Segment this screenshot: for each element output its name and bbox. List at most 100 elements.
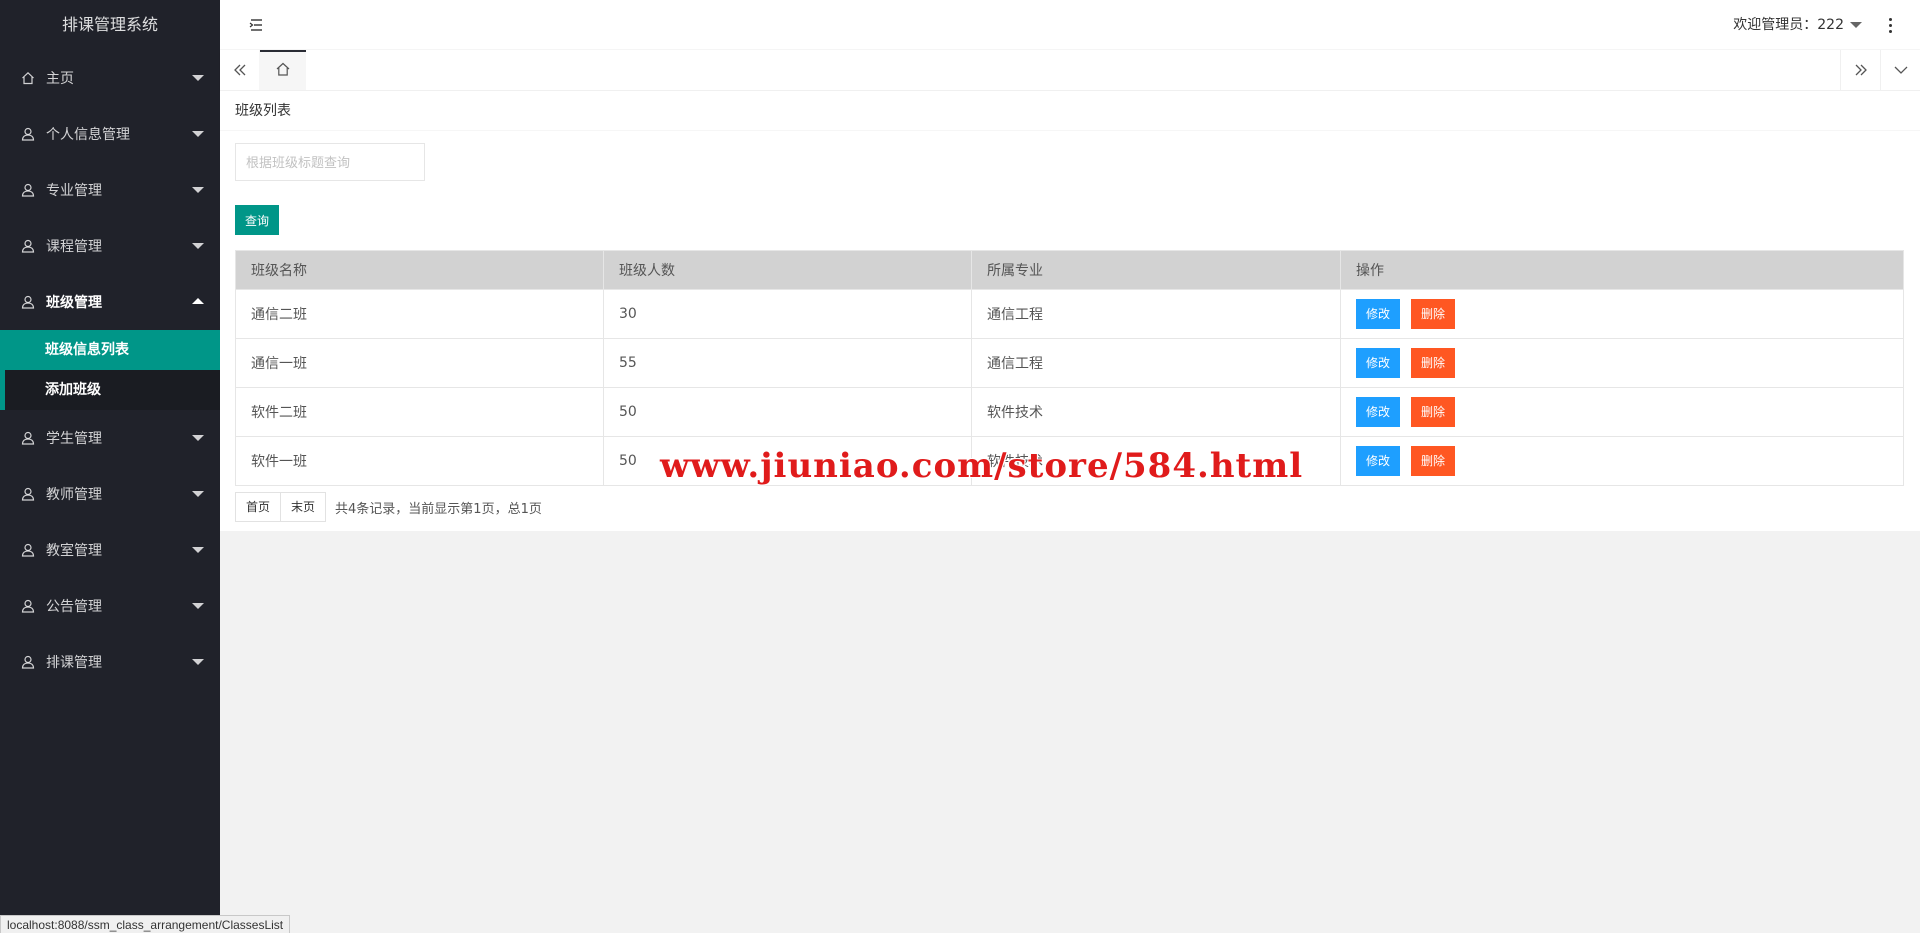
caret-down-icon — [192, 75, 204, 81]
sidebar-item-home[interactable]: 主页 — [0, 50, 220, 106]
column-header-major: 所属专业 — [971, 250, 1341, 290]
sidebar-item-label: 课程管理 — [46, 239, 102, 255]
pagination-info: 共4条记录，当前显示第1页，总1页 — [335, 501, 542, 517]
cell-class-size: 30 — [603, 289, 972, 339]
cell-class-name: 通信二班 — [235, 289, 604, 339]
user-icon — [20, 430, 36, 446]
sidebar-item-notice[interactable]: 公告管理 — [0, 578, 220, 634]
sidebar-subitem-add-class[interactable]: 添加班级 — [0, 370, 220, 410]
sidebar-item-label: 主页 — [46, 71, 74, 87]
caret-down-icon — [192, 131, 204, 137]
delete-button[interactable]: 删除 — [1411, 397, 1456, 427]
sidebar-item-label: 教室管理 — [46, 543, 102, 559]
tabs-bar — [220, 50, 1920, 91]
user-icon — [20, 126, 36, 142]
delete-button[interactable]: 删除 — [1411, 348, 1456, 378]
caret-up-icon — [192, 298, 204, 304]
sidebar-item-student[interactable]: 学生管理 — [0, 410, 220, 466]
edit-button[interactable]: 修改 — [1356, 446, 1401, 476]
edit-button[interactable]: 修改 — [1356, 397, 1401, 427]
caret-down-icon — [192, 435, 204, 441]
class-table: 班级名称 班级人数 所属专业 操作 通信二班 30 通信工程 修改 删除 通信一班… — [235, 250, 1904, 486]
sidebar-subitem-class-list[interactable]: 班级信息列表 — [0, 330, 220, 370]
home-tab[interactable] — [260, 50, 306, 90]
table-header-row: 班级名称 班级人数 所属专业 操作 — [235, 250, 1904, 290]
first-page-button[interactable]: 首页 — [235, 492, 282, 522]
sidebar-item-label: 排课管理 — [46, 655, 102, 671]
sidebar-item-label: 公告管理 — [46, 599, 102, 615]
welcome-text: 欢迎管理员：222 — [1733, 17, 1844, 33]
user-icon — [20, 654, 36, 670]
sidebar: 排课管理系统 主页 个人信息管理 专业管理 课程管理 班级管理 班级信息列表 添… — [0, 0, 220, 933]
sidebar-item-classroom[interactable]: 教室管理 — [0, 522, 220, 578]
caret-down-icon — [192, 243, 204, 249]
cell-actions: 修改 删除 — [1340, 436, 1904, 486]
caret-down-icon — [192, 491, 204, 497]
user-icon — [20, 238, 36, 254]
sidebar-item-label: 学生管理 — [46, 431, 102, 447]
sidebar-submenu-class: 班级信息列表 添加班级 — [0, 330, 220, 410]
column-header-class-name: 班级名称 — [235, 250, 604, 290]
table-row: 通信二班 30 通信工程 修改 删除 — [235, 289, 1904, 339]
tabs-scroll-right-icon[interactable] — [1840, 50, 1880, 90]
sidebar-item-major[interactable]: 专业管理 — [0, 162, 220, 218]
app-logo-title: 排课管理系统 — [0, 0, 220, 50]
tabs-scroll-left-icon[interactable] — [220, 50, 260, 90]
menu-toggle-icon[interactable] — [248, 17, 264, 33]
column-header-actions: 操作 — [1340, 250, 1904, 290]
cell-class-name: 通信一班 — [235, 338, 604, 388]
search-input[interactable] — [235, 143, 425, 181]
user-icon — [20, 486, 36, 502]
sidebar-item-label: 个人信息管理 — [46, 127, 130, 143]
user-icon — [20, 598, 36, 614]
table-row: 通信一班 55 通信工程 修改 删除 — [235, 338, 1904, 388]
cell-actions: 修改 删除 — [1340, 338, 1904, 388]
user-menu[interactable]: 欢迎管理员：222 — [1733, 0, 1862, 50]
delete-button[interactable]: 删除 — [1411, 446, 1456, 476]
cell-class-name: 软件二班 — [235, 387, 604, 437]
cell-actions: 修改 删除 — [1340, 387, 1904, 437]
sidebar-item-personal-info[interactable]: 个人信息管理 — [0, 106, 220, 162]
status-bar-url: localhost:8088/ssm_class_arrangement/Cla… — [0, 915, 291, 933]
sidebar-item-label: 专业管理 — [46, 183, 102, 199]
caret-down-icon — [1850, 22, 1862, 28]
user-icon — [20, 182, 36, 198]
caret-down-icon — [192, 547, 204, 553]
sidebar-item-label: 教师管理 — [46, 487, 102, 503]
sidebar-item-course[interactable]: 课程管理 — [0, 218, 220, 274]
user-icon — [20, 542, 36, 558]
cell-class-name: 软件一班 — [235, 436, 604, 486]
pagination: 首页 末页 共4条记录，当前显示第1页，总1页 — [235, 492, 542, 522]
column-header-class-size: 班级人数 — [603, 250, 972, 290]
delete-button[interactable]: 删除 — [1411, 299, 1456, 329]
table-row: 软件二班 50 软件技术 修改 删除 — [235, 387, 1904, 437]
main-content: 班级列表 查询 班级名称 班级人数 所属专业 操作 通信二班 30 通信工程 修… — [220, 91, 1920, 531]
edit-button[interactable]: 修改 — [1356, 348, 1401, 378]
cell-class-size: 50 — [603, 387, 972, 437]
table-row: 软件一班 50 软件技术 修改 删除 — [235, 436, 1904, 486]
tabs-dropdown-icon[interactable] — [1880, 50, 1920, 90]
home-icon — [20, 70, 36, 86]
caret-down-icon — [192, 659, 204, 665]
sidebar-item-schedule[interactable]: 排课管理 — [0, 634, 220, 690]
breadcrumb: 班级列表 — [220, 91, 1920, 131]
cell-major: 通信工程 — [971, 289, 1341, 339]
caret-down-icon — [192, 187, 204, 193]
caret-down-icon — [192, 603, 204, 609]
sidebar-item-class[interactable]: 班级管理 — [0, 274, 220, 330]
edit-button[interactable]: 修改 — [1356, 299, 1401, 329]
query-button[interactable]: 查询 — [235, 205, 279, 235]
cell-major: 软件技术 — [971, 387, 1341, 437]
more-vertical-icon[interactable] — [1880, 15, 1900, 35]
last-page-button[interactable]: 末页 — [280, 492, 327, 522]
cell-class-size: 50 — [603, 436, 972, 486]
sidebar-item-label: 班级管理 — [46, 295, 102, 311]
cell-major: 通信工程 — [971, 338, 1341, 388]
user-icon — [20, 294, 36, 310]
cell-class-size: 55 — [603, 338, 972, 388]
home-icon — [275, 61, 291, 81]
top-header: 欢迎管理员：222 — [220, 0, 1920, 50]
sidebar-item-teacher[interactable]: 教师管理 — [0, 466, 220, 522]
cell-major: 软件技术 — [971, 436, 1341, 486]
cell-actions: 修改 删除 — [1340, 289, 1904, 339]
